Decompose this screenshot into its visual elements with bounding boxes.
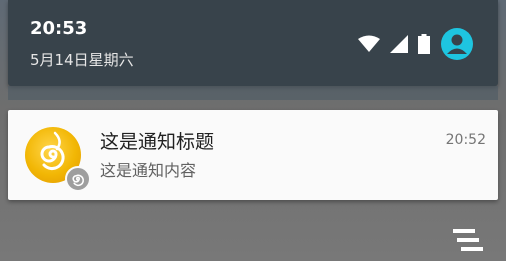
notification-time: 20:52 bbox=[445, 132, 486, 148]
account-icon[interactable] bbox=[440, 27, 474, 61]
quick-settings-header[interactable]: 20:53 5月14日星期六 bbox=[8, 0, 498, 86]
wifi-icon bbox=[358, 35, 380, 53]
clock-time: 20:53 bbox=[30, 18, 88, 39]
small-app-badge-icon bbox=[65, 166, 91, 192]
notification-title: 这是通知标题 bbox=[100, 131, 215, 153]
clear-all-icon bbox=[453, 229, 483, 251]
clear-all-button[interactable] bbox=[449, 226, 487, 254]
date-label[interactable]: 5月14日星期六 bbox=[30, 49, 134, 70]
panel-divider bbox=[8, 86, 498, 100]
battery-icon bbox=[418, 34, 430, 54]
signal-icon bbox=[390, 35, 408, 53]
notification-text: 这是通知内容 bbox=[100, 161, 197, 180]
status-icons bbox=[358, 26, 474, 62]
notification-card[interactable]: 这是通知标题 这是通知内容 20:52 bbox=[8, 110, 498, 200]
